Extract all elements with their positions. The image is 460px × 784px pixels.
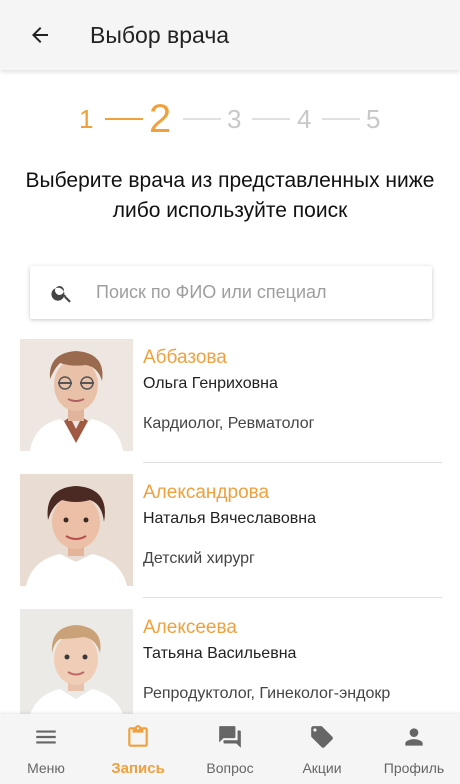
doctor-surname: Александрова	[143, 482, 270, 503]
doctor-photo	[20, 339, 133, 451]
doctor-item[interactable]: Александрова Наталья Вячеславовна Детски…	[0, 474, 460, 598]
doctor-name: Ольга Генриховна	[143, 375, 278, 392]
arrow-back-icon	[32, 27, 48, 43]
step-connector	[252, 118, 290, 120]
step-connector	[322, 118, 360, 120]
nav-appointment[interactable]: Запись	[92, 714, 184, 784]
chat-icon	[219, 726, 241, 748]
nav-profile[interactable]: Профиль	[368, 714, 460, 784]
instruction-heading: Выберите врача из представленных ниже ли…	[25, 169, 435, 222]
menu-icon	[36, 730, 56, 744]
step-connector	[105, 118, 143, 120]
doctor-surname: Алексеева	[143, 617, 237, 638]
divider	[143, 597, 442, 598]
page-title: Выбор врача	[90, 21, 230, 48]
doctor-specialty: Детский хирург	[143, 550, 255, 567]
doctor-item[interactable]: Алексеева Татьяна Васильевна Репродуктол…	[0, 609, 460, 721]
divider	[143, 462, 442, 463]
step-connector	[183, 118, 221, 120]
nav-label: Меню	[27, 760, 65, 776]
bottom-navigation: Меню Запись Вопрос Акции Профиль	[0, 714, 460, 784]
nav-question[interactable]: Вопрос	[184, 714, 276, 784]
search-input[interactable]	[96, 282, 416, 303]
person-icon	[405, 728, 423, 746]
doctor-name: Татьяна Васильевна	[143, 645, 297, 662]
step-4: 4	[297, 104, 312, 134]
clipboard-icon	[128, 725, 148, 747]
nav-label: Профиль	[383, 760, 445, 776]
doctor-specialty: Кардиолог, Ревматолог	[143, 415, 315, 432]
nav-label: Вопрос	[206, 760, 254, 776]
doctor-photo	[20, 474, 133, 586]
search-box[interactable]	[30, 266, 432, 319]
doctor-surname: Аббазова	[143, 347, 227, 368]
step-1: 1	[79, 104, 94, 134]
doctor-specialty: Репродуктолог, Гинеколог-эндокр	[143, 685, 391, 702]
back-button[interactable]	[20, 15, 60, 55]
tag-icon	[311, 726, 333, 748]
doctor-name: Наталья Вячеславовна	[143, 510, 317, 527]
step-2: 2	[149, 97, 172, 141]
doctor-item[interactable]: Аббазова Ольга Генриховна Кардиолог, Рев…	[0, 339, 460, 463]
nav-label: Акции	[302, 760, 342, 776]
step-5: 5	[366, 104, 381, 134]
doctor-photo	[20, 609, 133, 721]
app-bar: Выбор врача	[0, 0, 460, 70]
nav-promotions[interactable]: Акции	[276, 714, 368, 784]
nav-label: Запись	[111, 760, 165, 777]
nav-menu[interactable]: Меню	[0, 714, 92, 784]
step-3: 3	[227, 104, 242, 134]
search-icon	[51, 285, 71, 303]
